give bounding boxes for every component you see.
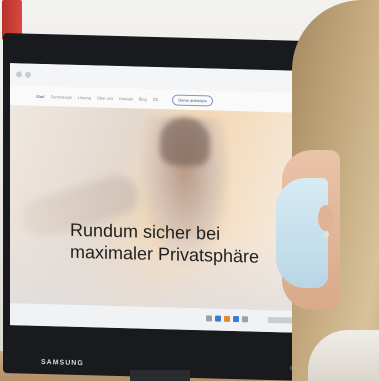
start-icon[interactable] xyxy=(206,315,212,322)
nav-item-technologie[interactable]: Technologie xyxy=(50,94,71,100)
nav-item-blog[interactable]: Blog xyxy=(139,96,147,101)
earring xyxy=(324,232,329,237)
folder-icon[interactable] xyxy=(224,315,230,322)
mail-icon[interactable] xyxy=(233,316,239,323)
monitor-stand xyxy=(130,370,190,381)
face-mask xyxy=(276,178,328,288)
hero-headline: Rundum sicher bei maximaler Privatsphäre xyxy=(70,219,290,269)
monitor-screen: Start Technologie Lösung Über uns Kontak… xyxy=(10,63,298,333)
woman-foreground xyxy=(268,0,379,381)
settings-icon[interactable] xyxy=(242,316,248,323)
nav-item-language[interactable]: DE xyxy=(153,96,159,101)
contact-button[interactable]: Demo anfordern xyxy=(172,93,214,107)
photo-scene: Start Technologie Lösung Über uns Kontak… xyxy=(0,0,379,381)
browser-icon[interactable] xyxy=(215,315,221,322)
nav-item-kontakt[interactable]: Kontakt xyxy=(119,96,133,101)
nav-item-loesung[interactable]: Lösung xyxy=(78,94,91,99)
nav-item-start[interactable]: Start xyxy=(36,93,44,98)
monitor-brand: SAMSUNG xyxy=(41,358,84,368)
taskbar-icons xyxy=(206,315,248,323)
hero-image-hair xyxy=(160,117,210,167)
woman-ear xyxy=(318,205,334,231)
window-control-icon[interactable] xyxy=(16,71,22,78)
window-control-icon[interactable] xyxy=(25,71,31,78)
hero-section xyxy=(10,105,298,311)
nav-item-ueber-uns[interactable]: Über uns xyxy=(97,95,113,100)
